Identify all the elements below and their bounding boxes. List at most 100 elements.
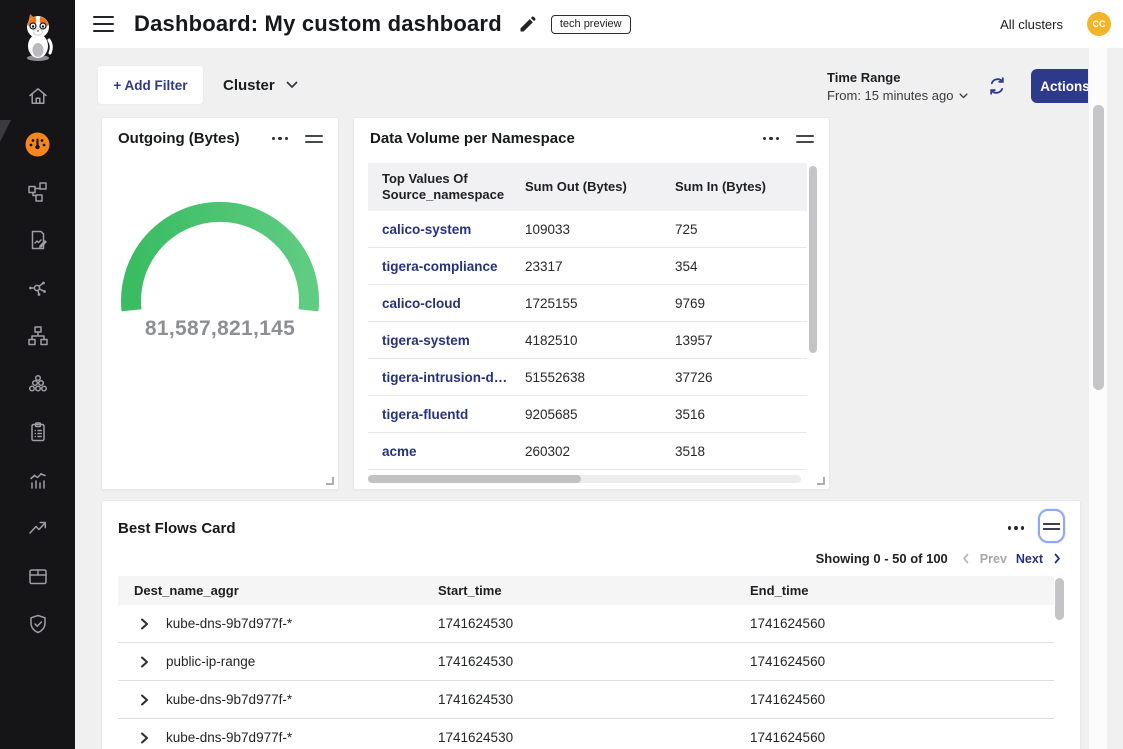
table-vertical-scrollbar[interactable] [809, 166, 817, 353]
namespace-link[interactable]: tigera-compliance [368, 259, 517, 274]
cluster-dropdown[interactable]: Cluster [223, 65, 298, 105]
clipboard-icon [26, 420, 50, 444]
sidebar-item-network[interactable] [0, 312, 75, 360]
user-avatar[interactable]: CC [1087, 12, 1111, 36]
sidebar-item-policies[interactable] [0, 216, 75, 264]
namespace-link[interactable]: acme [368, 444, 517, 459]
table-row: kube-dns-9b7d977f-* 1741624530 174162456… [118, 605, 1054, 643]
table-row: kube-dns-9b7d977f-* 1741624530 174162456… [118, 681, 1054, 719]
namespace-link[interactable]: calico-system [368, 222, 517, 237]
card-title: Best Flows Card [118, 520, 236, 537]
table-vertical-scrollbar[interactable] [1055, 578, 1064, 620]
sidebar-item-trends[interactable] [0, 504, 75, 552]
sidebar-item-home[interactable] [0, 72, 75, 120]
end-time-value: 1741624560 [742, 654, 1054, 669]
chevron-right-icon [139, 656, 150, 668]
card-menu-button[interactable] [1006, 522, 1026, 533]
table-row: calico-cloud 1725155 9769 [368, 285, 807, 322]
start-time-value: 1741624530 [430, 654, 742, 669]
table-row: tigera-fluentd 9205685 3516 [368, 396, 807, 433]
page-scrollbar-track [1088, 48, 1108, 749]
pagination-status: Showing 0 - 50 of 100 [816, 551, 948, 566]
expand-row-button[interactable] [139, 618, 150, 630]
namespace-link[interactable]: tigera-fluentd [368, 407, 517, 422]
sum-out-value: 51552638 [517, 370, 667, 385]
table-row: public-ip-range 1741624530 1741624560 [118, 643, 1054, 681]
card-menu-button[interactable] [761, 133, 781, 144]
card-resize-handle[interactable] [326, 477, 334, 485]
chevron-down-icon [286, 81, 298, 89]
card-title: Data Volume per Namespace [370, 130, 575, 147]
refresh-button[interactable] [987, 76, 1009, 98]
sidebar-item-security[interactable] [0, 600, 75, 648]
sidebar-item-compliance-reports[interactable] [0, 408, 75, 456]
sidebar-item-endpoints[interactable] [0, 360, 75, 408]
hamburger-menu-icon[interactable] [93, 16, 114, 33]
expand-row-button[interactable] [139, 656, 150, 668]
sum-in-value: 354 [667, 259, 807, 274]
table-row: tigera-compliance 23317 354 [368, 248, 807, 285]
table-header-row: Dest_name_aggr Start_time End_time [118, 576, 1054, 605]
time-range-value: From: 15 minutes ago [827, 88, 953, 103]
sum-in-value: 725 [667, 222, 807, 237]
end-time-value: 1741624560 [742, 730, 1054, 745]
expand-row-button[interactable] [139, 732, 150, 744]
sum-out-value: 1725155 [517, 296, 667, 311]
chevron-right-icon [139, 694, 150, 706]
namespace-link[interactable]: calico-cloud [368, 296, 517, 311]
column-header: End_time [742, 583, 1054, 598]
card-resize-handle[interactable] [817, 477, 825, 485]
sidebar-corner-flag [0, 120, 11, 142]
sum-out-value: 260302 [517, 444, 667, 459]
sidebar-item-dashboard[interactable] [0, 120, 75, 168]
column-header: Top Values Of Source_namespace [368, 171, 517, 204]
table-header-row: Top Values Of Source_namespace Sum Out (… [368, 163, 807, 211]
chevron-right-icon [1052, 553, 1062, 564]
stats-chart-icon [26, 468, 50, 492]
best-flows-card: Best Flows Card Showing 0 - 50 of 100 Pr… [101, 500, 1081, 749]
prev-page-button[interactable]: Prev [980, 552, 1007, 566]
endpoints-cluster-icon [26, 372, 50, 396]
sum-out-value: 109033 [517, 222, 667, 237]
sidebar-item-statistics[interactable] [0, 456, 75, 504]
page-scrollbar[interactable] [1093, 105, 1104, 390]
gauge-chart [115, 197, 325, 315]
card-drag-handle[interactable] [796, 133, 814, 145]
service-graph-icon [26, 180, 50, 204]
cluster-selector[interactable]: All clusters [1000, 17, 1063, 32]
sidebar-item-inventory[interactable] [0, 552, 75, 600]
column-header: Start_time [430, 583, 742, 598]
dashboard-content: + Add Filter Cluster Time Range From: 15… [75, 48, 1123, 749]
dashboard-gauge-icon [24, 131, 51, 158]
chevron-down-icon [959, 93, 968, 99]
add-filter-button[interactable]: + Add Filter [97, 65, 204, 105]
card-drag-handle-focused[interactable] [1038, 509, 1065, 543]
next-page-button[interactable]: Next [1016, 552, 1043, 566]
sum-in-value: 13957 [667, 333, 807, 348]
sidebar-item-threat-feeds[interactable] [0, 264, 75, 312]
sum-in-value: 37726 [667, 370, 807, 385]
card-menu-button[interactable] [270, 133, 290, 144]
namespace-link[interactable]: tigera-intrusion-d… [368, 370, 517, 385]
expand-row-button[interactable] [139, 694, 150, 706]
shield-check-icon [26, 612, 50, 636]
refresh-icon [987, 76, 1007, 96]
card-drag-handle[interactable] [305, 133, 323, 145]
namespace-link[interactable]: tigera-system [368, 333, 517, 348]
edit-dashboard-button[interactable] [518, 14, 538, 34]
outgoing-bytes-card: Outgoing (Bytes) 81,587,821,145 [101, 117, 339, 490]
column-header: Sum Out (Bytes) [517, 179, 667, 195]
dest-name-value: public-ip-range [166, 654, 255, 669]
cluster-dropdown-label: Cluster [223, 77, 275, 94]
sidebar-item-service-graph[interactable] [0, 168, 75, 216]
time-range-label: Time Range [827, 70, 968, 85]
time-range-picker[interactable]: Time Range From: 15 minutes ago [827, 70, 968, 103]
table-horizontal-scrollbar[interactable] [368, 475, 581, 483]
tech-preview-badge: tech preview [551, 15, 631, 34]
page-title: Dashboard: My custom dashboard [134, 11, 502, 37]
home-icon [26, 84, 50, 108]
table-horizontal-scrollbar-track [368, 475, 801, 483]
calico-logo[interactable] [18, 4, 58, 72]
trend-arrow-icon [26, 516, 50, 540]
app-screen: Dashboard: My custom dashboard tech prev… [0, 0, 1123, 749]
